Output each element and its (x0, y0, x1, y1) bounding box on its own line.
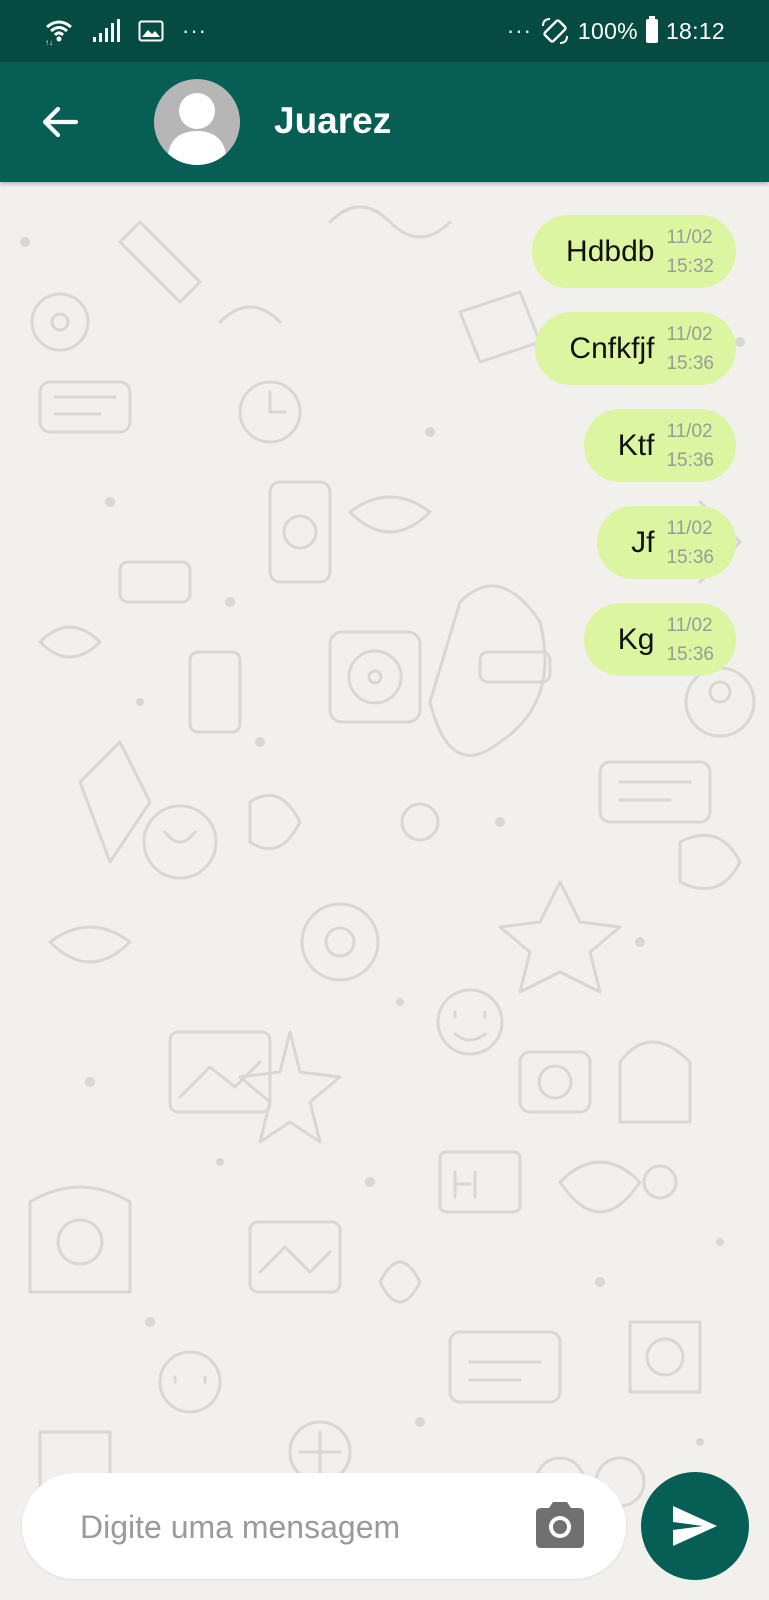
message-date: 11/02 (666, 323, 713, 345)
message-text: Cnfkfjf (569, 331, 655, 365)
message-time: 15:36 (666, 546, 714, 568)
message-time: 15:32 (666, 255, 714, 277)
auto-rotate-icon (541, 18, 568, 44)
chat-area[interactable]: Hdbdb 11/02 15:32 Cnfkfjf 11/02 15:36 Kt… (0, 182, 769, 1600)
send-icon (673, 1506, 717, 1546)
camera-button[interactable] (532, 1499, 588, 1551)
message-bubble[interactable]: Ktf 11/02 15:36 (583, 409, 736, 482)
message-bubble[interactable]: Kg 11/02 15:36 (583, 603, 736, 676)
message-date: 11/02 (666, 420, 713, 442)
message-date: 11/02 (666, 226, 713, 248)
message-time: 15:36 (666, 643, 714, 665)
gallery-icon (138, 20, 164, 42)
status-right: ··· 100% 18:12 (507, 16, 725, 46)
message-timestamp: 11/02 15:36 (666, 514, 714, 572)
message-time: 15:36 (666, 352, 714, 374)
message-time: 15:36 (666, 449, 714, 471)
camera-icon (536, 1502, 584, 1548)
signal-icon (93, 19, 120, 42)
message-input[interactable] (78, 1473, 522, 1581)
chat-header: Juarez (0, 62, 769, 182)
message-composer (22, 1473, 626, 1581)
status-left-dots: ··· (182, 18, 207, 43)
message-text: Ktf (617, 428, 655, 462)
avatar[interactable] (154, 79, 240, 165)
message-timestamp: 11/02 15:36 (666, 417, 714, 475)
svg-text:↑↓: ↑↓ (45, 38, 53, 46)
status-right-dots: ··· (506, 18, 532, 43)
message-date: 11/02 (666, 517, 713, 539)
clock: 18:12 (665, 17, 725, 44)
doodle-wallpaper (20, 205, 756, 1546)
message-text: Hdbdb (566, 234, 655, 268)
message-text: Kg (617, 622, 655, 656)
message-timestamp: 11/02 15:36 (666, 320, 714, 378)
wifi-icon: ↑↓ (45, 20, 72, 46)
back-button[interactable] (36, 98, 84, 146)
battery-percent: 100% (577, 17, 638, 44)
message-text: Jf (631, 525, 655, 559)
battery-icon (645, 16, 658, 43)
status-left: ↑↓ ··· (44, 16, 207, 46)
back-arrow-icon (42, 106, 79, 138)
message-bubble[interactable]: Cnfkfjf 11/02 15:36 (535, 312, 736, 385)
status-bar: ↑↓ ··· ··· 100% 18:12 (0, 0, 769, 62)
avatar-person-icon (167, 93, 227, 165)
message-timestamp: 11/02 15:36 (666, 611, 714, 669)
contact-name[interactable]: Juarez (274, 100, 391, 142)
message-timestamp: 11/02 15:32 (666, 223, 714, 281)
message-bubble[interactable]: Jf 11/02 15:36 (597, 506, 736, 579)
send-button[interactable] (641, 1472, 749, 1580)
message-date: 11/02 (666, 614, 713, 636)
message-bubble[interactable]: Hdbdb 11/02 15:32 (532, 215, 736, 288)
